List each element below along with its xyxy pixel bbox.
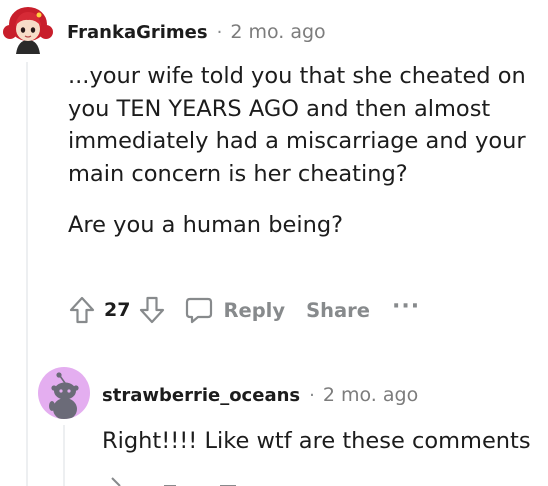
comment-body: ...your wife told you that she cheated o…	[68, 60, 542, 242]
thread-line[interactable]	[63, 425, 65, 486]
comment-timestamp[interactable]: 2 mo. ago	[230, 21, 325, 43]
downvote-icon[interactable]	[134, 290, 170, 330]
share-button[interactable]: Share	[306, 290, 370, 330]
more-options-button[interactable]: ···	[392, 290, 420, 330]
thread-line[interactable]	[26, 62, 28, 486]
comment-body: Right!!!! Like wtf are these comments	[102, 428, 531, 454]
share-label: Share	[306, 298, 370, 322]
comment-actions	[98, 472, 242, 486]
comment-author[interactable]: FrankaGrimes	[67, 22, 208, 43]
reply-button[interactable]: Reply	[184, 290, 285, 330]
comment-bubble-icon	[186, 297, 213, 324]
comment-thread: FrankaGrimes · 2 mo. ago ...your wife to…	[0, 0, 548, 486]
comment-author[interactable]: strawberrie_oceans	[102, 385, 300, 406]
comment-meta: strawberrie_oceans · 2 mo. ago	[102, 381, 418, 409]
upvote-icon[interactable]	[64, 290, 100, 330]
snoo-avatar-icon	[49, 372, 79, 419]
vote-score: 27	[104, 299, 131, 321]
meta-separator: ·	[216, 21, 223, 43]
comment-meta: FrankaGrimes · 2 mo. ago	[67, 18, 326, 46]
comment-paragraph: Are you a human being?	[68, 212, 344, 238]
comment-bubble-icon[interactable]	[214, 472, 242, 486]
downvote-icon[interactable]	[156, 472, 184, 486]
red-haired-girl-avatar-icon	[3, 7, 53, 54]
upvote-icon[interactable]	[98, 472, 126, 486]
user-avatar[interactable]	[2, 2, 54, 54]
meta-separator: ·	[309, 384, 315, 406]
reply-label: Reply	[223, 298, 286, 322]
comment-timestamp[interactable]: 2 mo. ago	[323, 384, 418, 406]
comment-actions: 27 Reply Share ···	[64, 290, 420, 330]
user-avatar[interactable]	[38, 367, 90, 419]
comment-paragraph: ...your wife told you that she cheated o…	[68, 63, 526, 187]
